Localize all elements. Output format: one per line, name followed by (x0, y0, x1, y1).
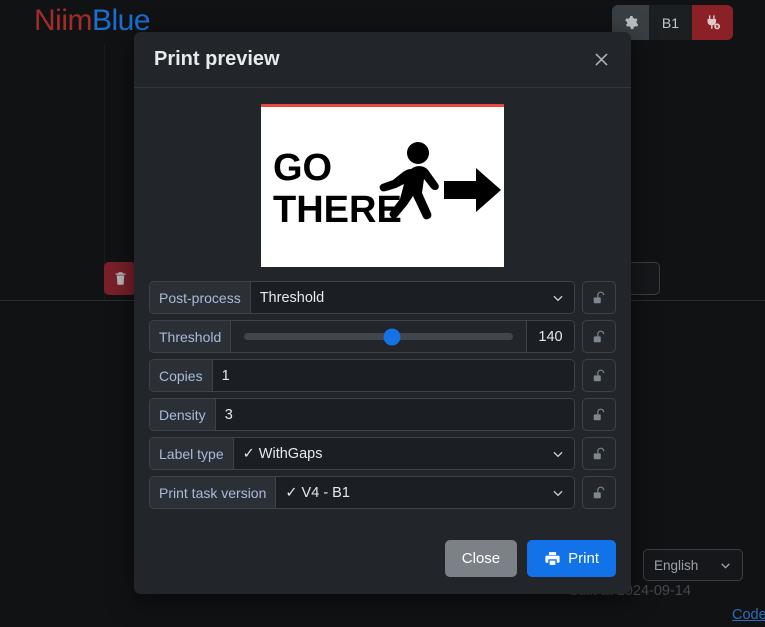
print-task-version-label: Print task version (150, 477, 277, 508)
row-post-process: Post-process Threshold (149, 281, 616, 314)
post-process-select[interactable]: Threshold (250, 282, 574, 313)
print-task-version-lock-button[interactable] (582, 476, 616, 509)
row-label-type: Label type ✓ WithGaps (149, 437, 616, 470)
threshold-slider-thumb[interactable] (383, 328, 401, 345)
label-text-line1: GO (273, 147, 332, 189)
label-type-select[interactable]: ✓ WithGaps (233, 438, 574, 469)
disconnect-button[interactable] (692, 5, 733, 40)
print-task-version-value: ✓ V4 - B1 (285, 484, 350, 501)
delete-button[interactable] (104, 262, 136, 295)
background-toolbar (104, 262, 136, 295)
unlock-icon (592, 408, 606, 422)
printer-icon (544, 550, 561, 567)
density-label: Density (150, 399, 216, 430)
row-density: Density 3 (149, 398, 616, 431)
language-selector-value: English (654, 557, 699, 573)
post-process-label: Post-process (150, 282, 251, 313)
unlock-icon (592, 291, 606, 305)
label-preview-image: GO THERE (261, 104, 504, 267)
print-task-version-control[interactable]: Print task version ✓ V4 - B1 (149, 476, 575, 509)
post-process-value: Threshold (259, 289, 325, 306)
threshold-slider[interactable] (231, 321, 526, 352)
threshold-lock-button[interactable] (582, 320, 616, 353)
copies-input[interactable]: 1 (212, 360, 574, 391)
post-process-control[interactable]: Post-process Threshold (149, 281, 575, 314)
modal-title: Print preview (154, 48, 280, 70)
chevron-down-icon (551, 486, 565, 500)
copies-lock-button[interactable] (582, 359, 616, 392)
modal-header: Print preview (134, 32, 631, 88)
modal-footer: Close Print (134, 528, 631, 594)
chevron-down-icon (719, 559, 732, 572)
device-name-label: B1 (648, 5, 692, 40)
density-input[interactable]: 3 (215, 399, 574, 430)
post-process-lock-button[interactable] (582, 281, 616, 314)
density-control[interactable]: Density 3 (149, 398, 575, 431)
threshold-value: 140 (526, 321, 574, 352)
density-value: 3 (224, 406, 233, 423)
chevron-down-icon (551, 291, 565, 305)
row-print-task-version: Print task version ✓ V4 - B1 (149, 476, 616, 509)
copies-control[interactable]: Copies 1 (149, 359, 575, 392)
code-link[interactable]: Code (732, 607, 765, 623)
modal-body: GO THERE Post-process Threshold Threshol… (134, 88, 631, 528)
unlock-icon (592, 330, 606, 344)
gear-icon (623, 15, 638, 30)
threshold-control[interactable]: Threshold 140 (149, 320, 575, 353)
copies-value: 1 (221, 367, 230, 384)
app-logo: NiimBlue (34, 2, 151, 40)
print-button-label: Print (568, 550, 599, 567)
close-icon (592, 50, 611, 69)
plug-disconnect-icon (704, 14, 721, 31)
label-preview-content: GO THERE (261, 107, 504, 267)
label-artwork: GO THERE (273, 142, 501, 231)
label-type-label: Label type (150, 438, 234, 469)
threshold-slider-track[interactable] (244, 328, 513, 345)
label-preview-container: GO THERE (149, 104, 616, 281)
language-selector[interactable]: English (643, 549, 743, 581)
label-type-lock-button[interactable] (582, 437, 616, 470)
print-task-version-select[interactable]: ✓ V4 - B1 (276, 477, 574, 508)
unlock-icon (592, 369, 606, 383)
arrow-right-icon (444, 168, 501, 212)
row-threshold: Threshold 140 (149, 320, 616, 353)
row-copies: Copies 1 (149, 359, 616, 392)
unlock-icon (592, 447, 606, 461)
close-icon-button[interactable] (587, 46, 615, 74)
label-type-value: ✓ WithGaps (242, 445, 323, 462)
label-type-control[interactable]: Label type ✓ WithGaps (149, 437, 575, 470)
app-root: NiimBlue B1 English built at 2024-09-14 … (0, 0, 765, 627)
print-button[interactable]: Print (527, 540, 616, 577)
logo-text-niim: Niim (34, 4, 93, 37)
label-text-line2: THERE (273, 189, 402, 231)
trash-icon (113, 271, 128, 286)
threshold-label: Threshold (150, 321, 232, 352)
close-button[interactable]: Close (444, 540, 518, 577)
unlock-icon (592, 486, 606, 500)
print-preview-modal: Print preview GO THERE Post-process Thre… (134, 32, 631, 594)
copies-label: Copies (150, 360, 213, 391)
chevron-down-icon (551, 447, 565, 461)
density-lock-button[interactable] (582, 398, 616, 431)
